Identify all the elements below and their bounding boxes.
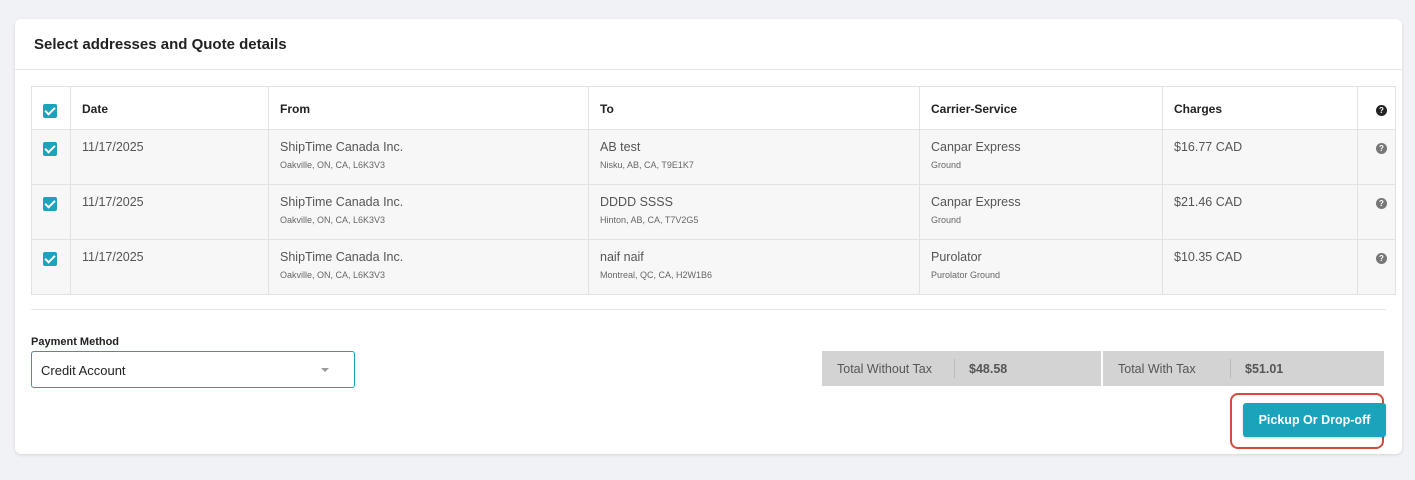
- carrier-cell: Purolator Purolator Ground: [919, 239, 1163, 295]
- to-name: DDDD SSSS: [600, 195, 673, 209]
- total-without-tax-value: $48.58: [969, 362, 1008, 376]
- from-cell: ShipTime Canada Inc. Oakville, ON, CA, L6…: [268, 239, 589, 295]
- table-row: 11/17/2025 ShipTime Canada Inc. Oakville,…: [31, 239, 1396, 295]
- service-name: Purolator Ground: [931, 270, 1001, 280]
- carrier-name: Canpar Express: [931, 140, 1021, 154]
- table-row: 11/17/2025 ShipTime Canada Inc. Oakville,…: [31, 184, 1396, 240]
- from-cell: ShipTime Canada Inc. Oakville, ON, CA, L6…: [268, 184, 589, 240]
- carrier-name: Canpar Express: [931, 195, 1021, 209]
- to-address: Hinton, AB, CA, T7V2G5: [600, 215, 699, 225]
- quote-table: Date From To Carrier-Service Charges ? 1…: [31, 86, 1396, 295]
- row-check-cell[interactable]: [31, 129, 71, 185]
- from-address: Oakville, ON, CA, L6K3V3: [280, 215, 386, 225]
- pickup-or-dropoff-button[interactable]: Pickup Or Drop-off: [1243, 403, 1386, 437]
- total-separator: [954, 359, 955, 378]
- date-cell: 11/17/2025: [70, 129, 269, 185]
- charge-cell: $10.35 CAD: [1162, 239, 1358, 295]
- date-cell: 11/17/2025: [70, 239, 269, 295]
- total-with-tax-value: $51.01: [1245, 362, 1284, 376]
- from-name: ShipTime Canada Inc.: [280, 250, 404, 264]
- total-with-tax-box: Total With Tax $51.01: [1103, 351, 1384, 386]
- card-title: Select addresses and Quote details: [34, 36, 287, 53]
- row-help-cell: ?: [1357, 129, 1396, 185]
- header-from: From: [268, 86, 589, 130]
- quote-details-card: Select addresses and Quote details Date …: [15, 19, 1402, 454]
- help-icon[interactable]: ?: [1376, 198, 1387, 209]
- to-cell: AB test Nisku, AB, CA, T9E1K7: [588, 129, 920, 185]
- payment-method-value: Credit Account: [41, 363, 126, 378]
- carrier-name: Purolator: [931, 250, 982, 264]
- total-without-tax-label: Total Without Tax: [837, 362, 932, 376]
- to-address: Montreal, QC, CA, H2W1B6: [600, 270, 713, 280]
- to-name: AB test: [600, 140, 641, 154]
- help-icon[interactable]: ?: [1376, 253, 1387, 264]
- payment-method-select[interactable]: Credit Account: [31, 351, 355, 388]
- select-all-checkbox[interactable]: [43, 104, 57, 118]
- from-address: Oakville, ON, CA, L6K3V3: [280, 160, 386, 170]
- from-cell: ShipTime Canada Inc. Oakville, ON, CA, L6…: [268, 129, 589, 185]
- row-checkbox[interactable]: [43, 252, 57, 266]
- header-charges: Charges: [1162, 86, 1358, 130]
- from-name: ShipTime Canada Inc.: [280, 195, 404, 209]
- row-checkbox[interactable]: [43, 142, 57, 156]
- payment-method-label: Payment Method: [31, 336, 120, 348]
- header-date: Date: [70, 86, 269, 130]
- total-with-tax-label: Total With Tax: [1118, 362, 1196, 376]
- service-name: Ground: [931, 160, 962, 170]
- table-header-row: Date From To Carrier-Service Charges ?: [31, 86, 1396, 130]
- row-checkbox[interactable]: [43, 197, 57, 211]
- date-cell: 11/17/2025: [70, 184, 269, 240]
- carrier-cell: Canpar Express Ground: [919, 129, 1163, 185]
- from-address: Oakville, ON, CA, L6K3V3: [280, 270, 386, 280]
- help-icon[interactable]: ?: [1376, 143, 1387, 154]
- to-cell: naif naif Montreal, QC, CA, H2W1B6: [588, 239, 920, 295]
- total-separator: [1230, 359, 1231, 378]
- table-row: 11/17/2025 ShipTime Canada Inc. Oakville,…: [31, 129, 1396, 185]
- row-check-cell[interactable]: [31, 239, 71, 295]
- chevron-down-icon: [321, 368, 329, 372]
- header-to: To: [588, 86, 920, 130]
- header-carrier-service: Carrier-Service: [919, 86, 1163, 130]
- header-divider: [15, 69, 1402, 70]
- row-check-cell[interactable]: [31, 184, 71, 240]
- charge-cell: $21.46 CAD: [1162, 184, 1358, 240]
- row-help-cell: ?: [1357, 239, 1396, 295]
- to-address: Nisku, AB, CA, T9E1K7: [600, 160, 694, 170]
- carrier-cell: Canpar Express Ground: [919, 184, 1163, 240]
- row-help-cell: ?: [1357, 184, 1396, 240]
- help-icon[interactable]: ?: [1376, 105, 1387, 116]
- to-cell: DDDD SSSS Hinton, AB, CA, T7V2G5: [588, 184, 920, 240]
- header-help-cell: ?: [1357, 86, 1396, 130]
- charge-cell: $16.77 CAD: [1162, 129, 1358, 185]
- select-all-cell[interactable]: [31, 86, 71, 130]
- from-name: ShipTime Canada Inc.: [280, 140, 404, 154]
- service-name: Ground: [931, 215, 962, 225]
- total-without-tax-box: Total Without Tax $48.58: [822, 351, 1101, 386]
- to-name: naif naif: [600, 250, 644, 264]
- section-divider: [31, 309, 1386, 310]
